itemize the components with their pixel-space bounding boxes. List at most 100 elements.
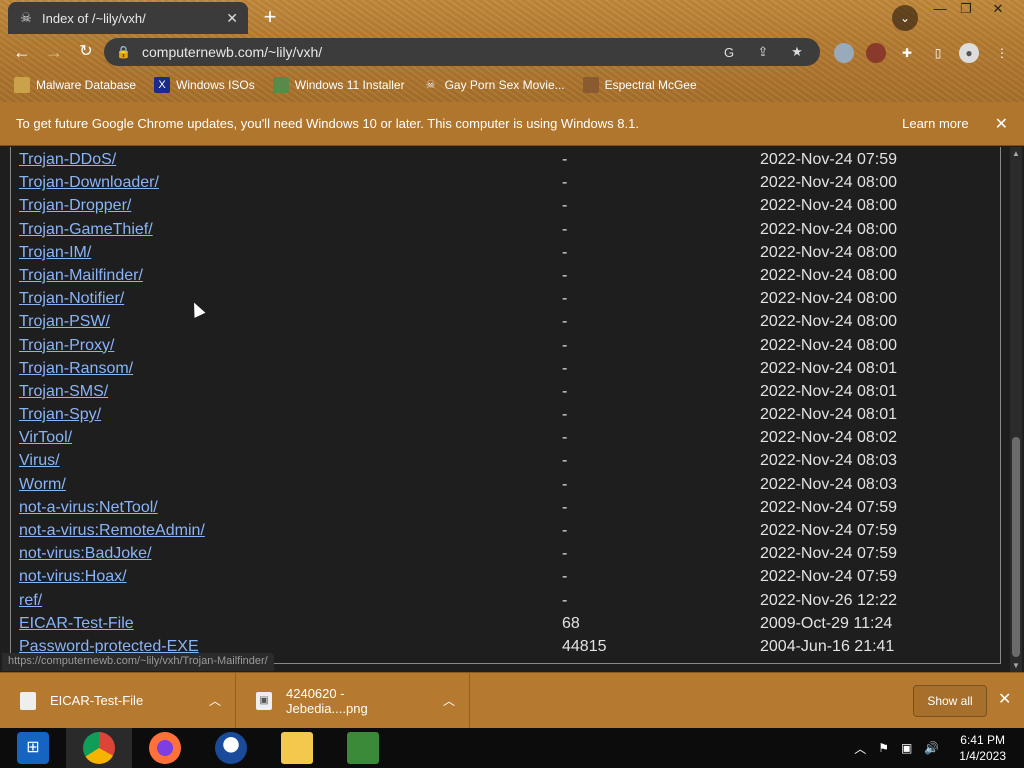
chevron-up-icon[interactable]: ︿ [209, 692, 221, 709]
file-date: 2009-Oct-29 11:24 [760, 614, 893, 632]
file-link[interactable]: Trojan-Mailfinder/ [19, 267, 143, 285]
taskbar-file-explorer[interactable] [264, 728, 330, 768]
file-link[interactable]: Trojan-IM/ [19, 244, 91, 262]
file-link[interactable]: Trojan-Notifier/ [19, 290, 124, 308]
system-tray: ︿ ⚑ ▣ 🔊 6:41 PM 1/4/2023 [848, 728, 1024, 768]
file-date: 2022-Nov-24 07:59 [760, 545, 897, 563]
bookmarks-bar: Malware Database X Windows ISOs Windows … [0, 72, 1024, 98]
file-link[interactable]: Trojan-SMS/ [19, 383, 108, 401]
tab-close-icon[interactable]: ✕ [226, 10, 238, 27]
show-all-button[interactable]: Show all [913, 685, 987, 717]
file-link[interactable]: Trojan-PSW/ [19, 313, 110, 331]
file-link[interactable]: Trojan-Downloader/ [19, 174, 159, 192]
clock[interactable]: 6:41 PM 1/4/2023 [959, 732, 1006, 764]
extension-flag-icon[interactable] [834, 43, 854, 63]
file-size: - [562, 406, 568, 424]
file-date: 2022-Nov-24 08:01 [760, 382, 897, 400]
tray-chevron-icon[interactable]: ︿ [854, 740, 866, 757]
file-date: 2022-Nov-24 08:00 [760, 243, 897, 261]
file-link[interactable]: Trojan-Proxy/ [19, 337, 114, 355]
file-link[interactable]: Trojan-GameThief/ [19, 221, 153, 239]
file-link[interactable]: not-virus:Hoax/ [19, 568, 127, 586]
scroll-thumb[interactable] [1012, 437, 1020, 657]
file-date: 2022-Nov-24 08:03 [760, 475, 897, 493]
back-button[interactable]: ← [10, 40, 34, 64]
forward-button[interactable]: → [42, 40, 66, 64]
file-date: 2022-Nov-24 08:02 [760, 429, 897, 447]
file-link[interactable]: not-a-virus:NetTool/ [19, 499, 158, 517]
download-item[interactable]: EICAR-Test-File ︿ [0, 672, 236, 729]
file-date: 2022-Nov-24 07:59 [760, 498, 897, 516]
close-icon[interactable]: ✕ [998, 689, 1011, 709]
file-size: - [562, 498, 568, 516]
close-window-button[interactable]: ✕ [984, 0, 1012, 20]
google-lens-icon[interactable]: G [718, 45, 740, 60]
file-date: 2022-Nov-24 08:00 [760, 197, 897, 215]
download-item[interactable]: ▣ 4240620 - Jebedia....png ︿ [236, 672, 470, 729]
scroll-up-icon[interactable]: ▲ [1012, 149, 1020, 158]
file-date: 2004-Jun-16 21:41 [760, 637, 895, 655]
file-date: 2022-Nov-24 08:03 [760, 452, 897, 470]
file-link[interactable]: Trojan-DDoS/ [19, 151, 116, 169]
bookmark-windows-isos[interactable]: X Windows ISOs [154, 77, 255, 93]
lock-icon[interactable]: 🔒 [116, 45, 131, 59]
tab-active[interactable]: ☠ Index of /~lily/vxh/ ✕ [8, 2, 248, 34]
file-link[interactable]: ref/ [19, 592, 42, 610]
bookmark-espectral-mcgee[interactable]: Espectral McGee [582, 77, 697, 93]
file-size: - [562, 151, 568, 168]
file-size: - [562, 452, 568, 470]
network-status-icon[interactable]: ▣ [901, 741, 912, 755]
taskbar-firefox[interactable] [132, 728, 198, 768]
bookmark-gay-porn[interactable]: ☠ Gay Porn Sex Movie... [423, 77, 565, 93]
tab-search-button[interactable]: ⌄ [892, 5, 918, 31]
profile-icon[interactable]: ● [959, 43, 979, 63]
obama-icon [215, 732, 247, 764]
share-icon[interactable]: ⇪ [752, 44, 774, 60]
new-tab-button[interactable]: + [258, 6, 282, 30]
scrollbar[interactable]: ▲ ▼ [1010, 147, 1022, 672]
file-link[interactable]: Worm/ [19, 476, 66, 494]
scroll-down-icon[interactable]: ▼ [1012, 661, 1020, 670]
side-panel-icon[interactable]: ▯ [928, 43, 948, 63]
file-link[interactable]: not-a-virus:RemoteAdmin/ [19, 522, 205, 540]
file-date: 2022-Nov-24 08:00 [760, 174, 897, 192]
clock-time: 6:41 PM [960, 733, 1005, 747]
file-link[interactable]: Virus/ [19, 452, 60, 470]
file-link[interactable]: Trojan-Dropper/ [19, 197, 131, 215]
minimize-button[interactable]: — [926, 0, 954, 20]
learn-more-link[interactable]: Learn more [902, 116, 968, 131]
flag-icon[interactable]: ⚑ [878, 741, 889, 755]
file-link[interactable]: EICAR-Test-File [19, 615, 134, 633]
chevron-up-icon[interactable]: ︿ [443, 692, 455, 709]
menu-icon[interactable]: ⋮ [992, 43, 1012, 63]
bookmark-star-icon[interactable]: ★ [786, 44, 808, 60]
extension-avatar-icon[interactable] [866, 43, 886, 63]
volume-icon[interactable]: 🔊 [924, 741, 939, 755]
taskbar-chrome[interactable] [66, 728, 132, 768]
start-button[interactable]: ⊞ [0, 728, 66, 768]
file-date: 2022-Nov-24 08:00 [760, 290, 897, 308]
file-size: - [562, 382, 568, 400]
close-icon[interactable]: ✕ [995, 114, 1008, 134]
downloads-bar: EICAR-Test-File ︿ ▣ 4240620 - Jebedia...… [0, 672, 1024, 729]
file-size: - [562, 336, 568, 354]
bookmark-windows-11-installer[interactable]: Windows 11 Installer [272, 77, 405, 93]
taskbar-obama[interactable] [198, 728, 264, 768]
restore-button[interactable]: ❐ [952, 0, 980, 20]
address-bar[interactable]: 🔒 computernewb.com/~lily/vxh/ G ⇪ ★ [104, 38, 820, 66]
download-name: 4240620 - Jebedia....png [286, 685, 368, 716]
reload-button[interactable]: ↻ [74, 40, 98, 64]
file-link[interactable]: Trojan-Spy/ [19, 406, 101, 424]
bookmark-malware-database[interactable]: Malware Database [14, 77, 136, 93]
file-link[interactable]: not-virus:BadJoke/ [19, 545, 152, 563]
file-link[interactable]: Trojan-Ransom/ [19, 360, 133, 378]
browser-toolbar: ← → ↻ 🔒 computernewb.com/~lily/vxh/ G ⇪ … [0, 34, 1024, 70]
file-date: 2022-Nov-24 08:00 [760, 266, 897, 284]
file-link[interactable]: VirTool/ [19, 429, 72, 447]
file-date: 2022-Nov-24 07:59 [760, 151, 897, 168]
clock-date: 1/4/2023 [959, 749, 1006, 763]
file-date: 2022-Nov-24 08:00 [760, 313, 897, 331]
puzzle-icon[interactable]: ✚ [897, 43, 917, 63]
firefox-icon [149, 732, 181, 764]
taskbar-network[interactable] [330, 728, 396, 768]
